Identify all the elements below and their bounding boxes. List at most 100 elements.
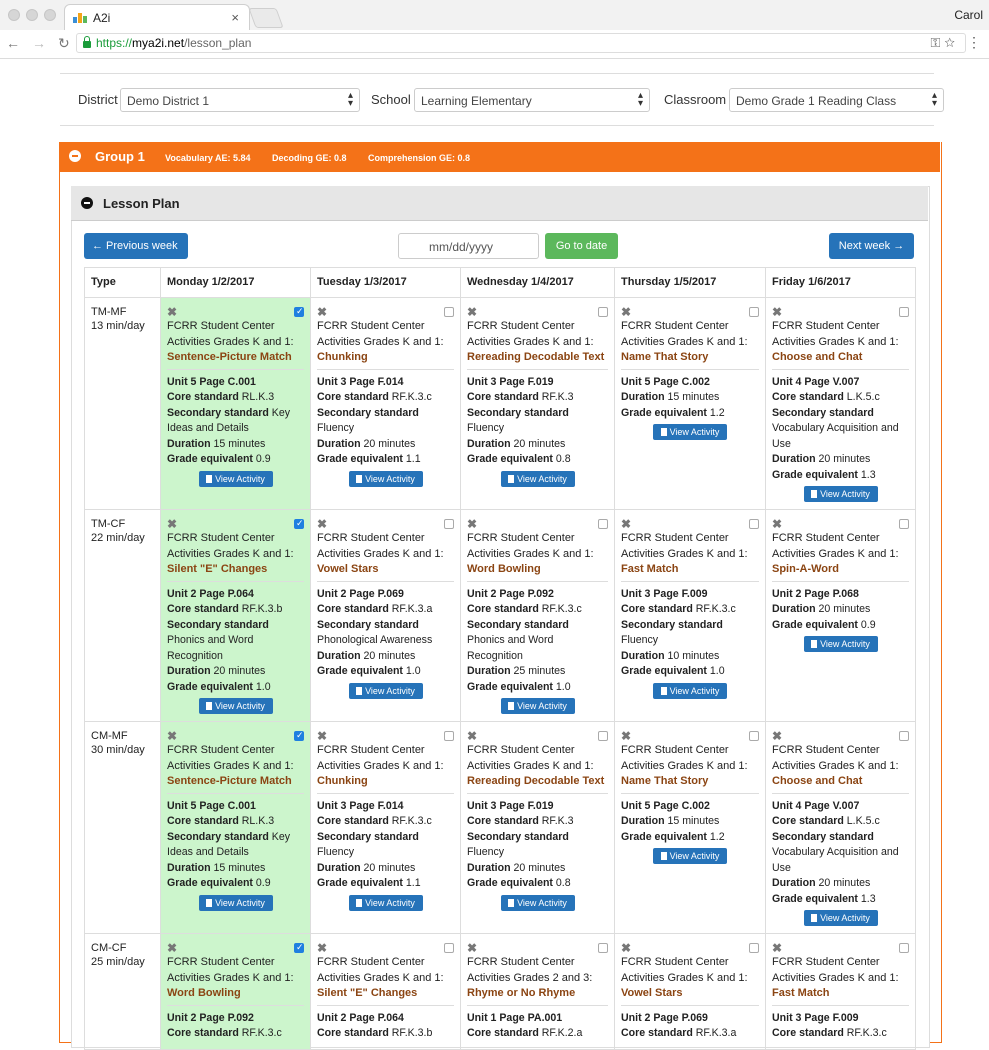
select-checkbox[interactable] (598, 943, 608, 953)
select-checkbox[interactable] (598, 731, 608, 741)
remove-icon[interactable]: ✖ (167, 729, 304, 743)
view-activity-button[interactable]: View Activity (653, 848, 727, 864)
activity-cell[interactable]: ✖FCRR Student Center Activities Grades K… (614, 933, 766, 1050)
go-to-date-button[interactable]: Go to date (545, 233, 618, 259)
activity-name[interactable]: Rereading Decodable Text (467, 350, 608, 370)
remove-icon[interactable]: ✖ (621, 729, 759, 743)
select-checkbox[interactable] (899, 307, 909, 317)
key-icon[interactable]: ⚿ (930, 35, 944, 50)
new-tab-button[interactable] (248, 8, 284, 28)
activity-cell[interactable]: ✖FCRR Student Center Activities Grades K… (765, 933, 916, 1050)
browser-menu-icon[interactable]: ⋮ (967, 34, 981, 51)
back-icon[interactable]: ← (6, 35, 20, 52)
remove-icon[interactable]: ✖ (772, 305, 909, 319)
select-checkbox[interactable] (294, 304, 304, 320)
activity-cell[interactable]: ✖FCRR Student Center Activities Grades K… (765, 721, 916, 934)
remove-icon[interactable]: ✖ (167, 941, 304, 955)
activity-name[interactable]: Vowel Stars (621, 986, 759, 1006)
remove-icon[interactable]: ✖ (467, 305, 608, 319)
remove-icon[interactable]: ✖ (772, 729, 909, 743)
select-checkbox[interactable] (444, 519, 454, 529)
view-activity-button[interactable]: View Activity (500, 894, 575, 911)
activity-name[interactable]: Choose and Chat (772, 350, 909, 370)
remove-icon[interactable]: ✖ (621, 517, 759, 531)
group-header[interactable]: Group 1 Vocabulary AE: 5.84 Decoding GE:… (59, 142, 940, 172)
remove-icon[interactable]: ✖ (167, 305, 304, 319)
activity-name[interactable]: Fast Match (772, 986, 909, 1006)
activity-name[interactable]: Name That Story (621, 774, 759, 794)
view-activity-button[interactable]: View Activity (348, 894, 423, 911)
reload-icon[interactable]: ↻ (58, 35, 70, 52)
profile-name[interactable]: Carol (954, 8, 983, 22)
select-checkbox[interactable] (749, 943, 759, 953)
activity-cell[interactable]: ✖FCRR Student Center Activities Grades K… (765, 297, 916, 510)
activity-name[interactable]: Spin-A-Word (772, 562, 909, 582)
remove-icon[interactable]: ✖ (317, 941, 454, 955)
select-checkbox[interactable] (749, 731, 759, 741)
browser-tab[interactable]: A2i × (64, 4, 250, 30)
activity-cell[interactable]: ✖FCRR Student Center Activities Grades K… (310, 509, 461, 722)
view-activity-button[interactable]: View Activity (198, 698, 273, 714)
remove-icon[interactable]: ✖ (467, 729, 608, 743)
classroom-select[interactable]: Demo Grade 1 Reading Class ▴ ▾ (729, 88, 944, 112)
select-checkbox[interactable] (444, 731, 454, 741)
activity-cell[interactable]: ✖FCRR Student Center Activities Grades K… (614, 297, 766, 510)
remove-icon[interactable]: ✖ (317, 729, 454, 743)
activity-cell[interactable]: ✖FCRR Student Center Activities Grades K… (614, 721, 766, 934)
activity-cell[interactable]: ✖FCRR Student Center Activities Grades K… (310, 933, 461, 1050)
select-checkbox[interactable] (598, 519, 608, 529)
forward-icon[interactable]: → (32, 35, 46, 52)
activity-name[interactable]: Rereading Decodable Text (467, 774, 608, 794)
select-checkbox[interactable] (749, 519, 759, 529)
activity-name[interactable]: Choose and Chat (772, 774, 909, 794)
select-checkbox[interactable] (294, 940, 304, 956)
remove-icon[interactable]: ✖ (317, 517, 454, 531)
url-field[interactable]: https://mya2i.net/lesson_plan ⚿☆ (76, 33, 966, 53)
activity-cell[interactable]: ✖FCRR Student Center Activities Grades K… (614, 509, 766, 722)
select-checkbox[interactable] (294, 516, 304, 532)
next-week-button[interactable]: Next week → (829, 233, 914, 259)
select-checkbox[interactable] (444, 307, 454, 317)
select-checkbox[interactable] (444, 943, 454, 953)
view-activity-button[interactable]: View Activity (500, 470, 575, 487)
view-activity-button[interactable]: View Activity (500, 698, 575, 714)
view-activity-button[interactable]: View Activity (803, 636, 878, 652)
select-checkbox[interactable] (899, 731, 909, 741)
close-tab-icon[interactable]: × (231, 10, 239, 25)
lesson-plan-header[interactable]: Lesson Plan (71, 186, 928, 221)
activity-name[interactable]: Word Bowling (467, 562, 608, 582)
view-activity-button[interactable]: View Activity (653, 682, 727, 699)
select-checkbox[interactable] (749, 307, 759, 317)
select-checkbox[interactable] (598, 307, 608, 317)
remove-icon[interactable]: ✖ (317, 305, 454, 319)
activity-cell[interactable]: ✖FCRR Student Center Activities Grades K… (160, 721, 311, 934)
date-input[interactable]: mm/dd/yyyy (398, 233, 539, 259)
activity-name[interactable]: Sentence-Picture Match (167, 774, 304, 794)
activity-name[interactable]: Word Bowling (167, 986, 304, 1006)
view-activity-button[interactable]: View Activity (803, 910, 878, 926)
activity-cell[interactable]: ✖FCRR Student Center Activities Grades K… (460, 297, 615, 510)
window-controls[interactable] (8, 9, 56, 21)
star-icon[interactable]: ☆ (944, 35, 959, 50)
select-checkbox[interactable] (899, 519, 909, 529)
activity-name[interactable]: Vowel Stars (317, 562, 454, 582)
view-activity-button[interactable]: View Activity (198, 894, 273, 911)
view-activity-button[interactable]: View Activity (653, 424, 727, 440)
remove-icon[interactable]: ✖ (167, 517, 304, 531)
activity-cell[interactable]: ✖FCRR Student Center Activities Grades K… (160, 509, 311, 722)
activity-cell[interactable]: ✖FCRR Student Center Activities Grades K… (160, 933, 311, 1050)
activity-cell[interactable]: ✖FCRR Student Center Activities Grades K… (160, 297, 311, 510)
remove-icon[interactable]: ✖ (772, 941, 909, 955)
collapse-lesson-plan-icon[interactable] (81, 197, 93, 209)
view-activity-button[interactable]: View Activity (348, 682, 423, 699)
school-select[interactable]: Learning Elementary ▴ ▾ (414, 88, 650, 112)
remove-icon[interactable]: ✖ (467, 517, 608, 531)
activity-cell[interactable]: ✖FCRR Student Center Activities Grades K… (460, 509, 615, 722)
view-activity-button[interactable]: View Activity (198, 470, 273, 487)
activity-name[interactable]: Fast Match (621, 562, 759, 582)
remove-icon[interactable]: ✖ (467, 941, 608, 955)
activity-cell[interactable]: ✖FCRR Student Center Activities Grades K… (310, 721, 461, 934)
view-activity-button[interactable]: View Activity (348, 470, 423, 487)
activity-cell[interactable]: ✖FCRR Student Center Activities Grades K… (460, 721, 615, 934)
activity-name[interactable]: Sentence-Picture Match (167, 350, 304, 370)
